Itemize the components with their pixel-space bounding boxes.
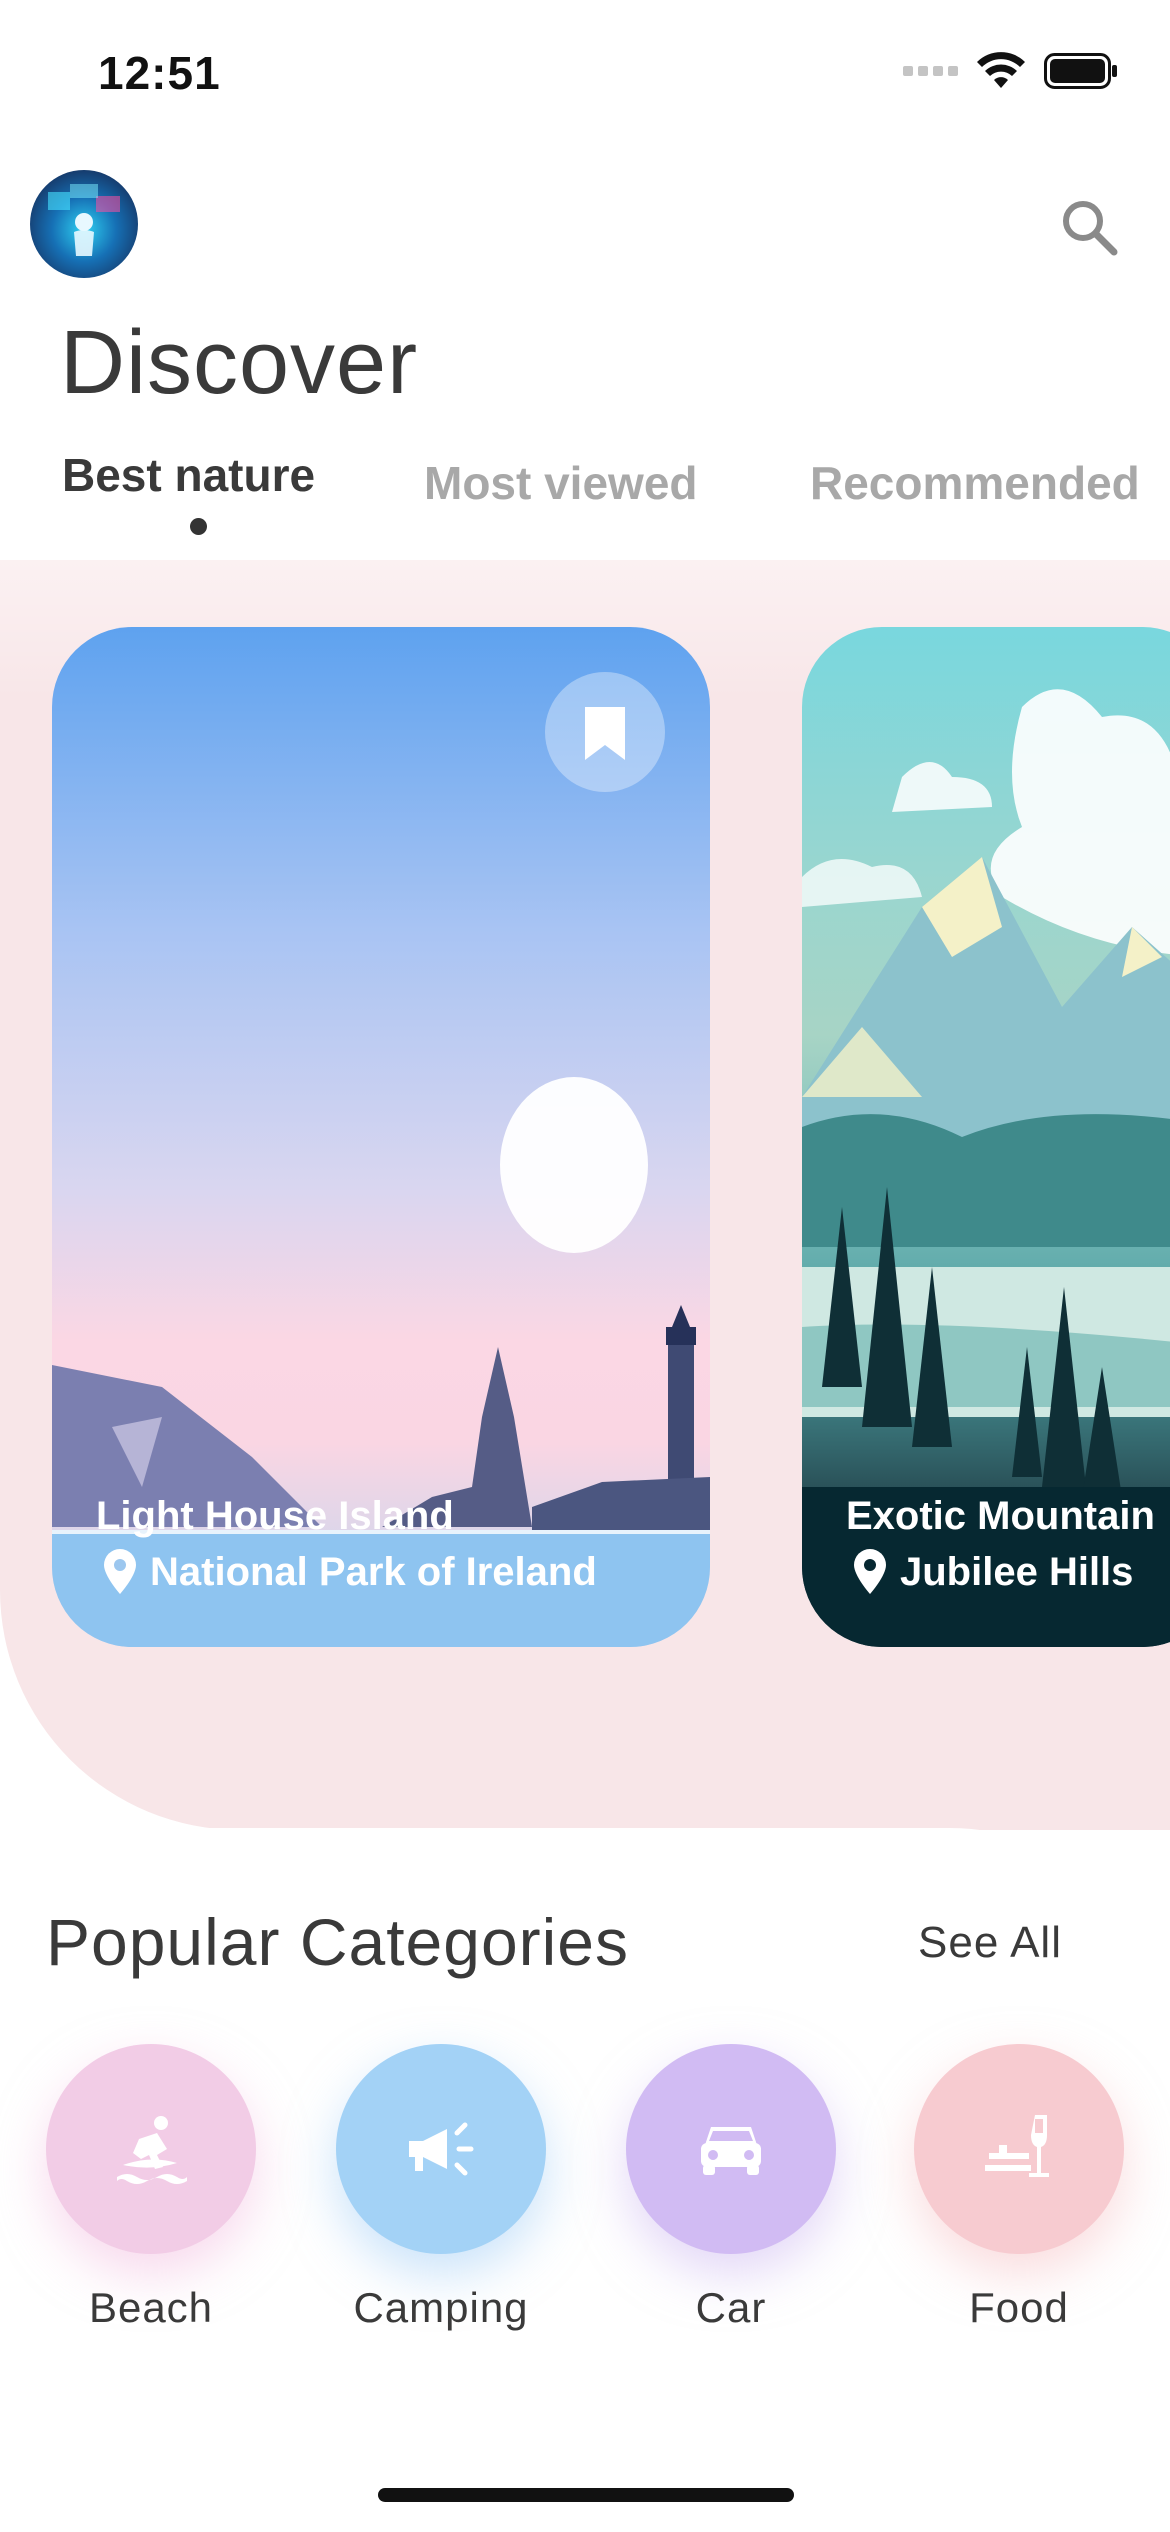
category-food[interactable]: Food (914, 2044, 1124, 2332)
category-car[interactable]: Car (626, 2044, 836, 2332)
home-indicator[interactable] (378, 2488, 794, 2502)
category-circle (336, 2044, 546, 2254)
tab-most-viewed[interactable]: Most viewed (424, 456, 698, 510)
location-pin-icon (104, 1549, 136, 1594)
surfing-icon (117, 2116, 187, 2184)
search-button[interactable] (1050, 188, 1130, 268)
card-title: Light House Island (96, 1494, 454, 1538)
avatar-figure-icon (48, 184, 120, 256)
status-icons (903, 52, 1118, 90)
tab-recommended[interactable]: Recommended (810, 456, 1140, 510)
card-location: Jubilee Hills (850, 1548, 1133, 1596)
category-tabs: Best nature Most viewed Recommended (62, 448, 1170, 548)
car-icon (701, 2127, 761, 2175)
card-location-label: National Park of Ireland (150, 1549, 597, 1594)
category-label: Beach (88, 2284, 214, 2331)
tab-best-nature[interactable]: Best nature (62, 448, 315, 502)
battery-icon (1044, 53, 1117, 89)
card-location: National Park of Ireland (100, 1548, 597, 1596)
category-circle (46, 2044, 256, 2254)
wifi-icon (977, 52, 1025, 88)
category-circle (914, 2044, 1124, 2254)
dining-icon (985, 2115, 1049, 2177)
category-circle (626, 2044, 836, 2254)
bookmark-button[interactable] (545, 672, 665, 792)
see-all-link[interactable]: See All (918, 1918, 1062, 1968)
cellular-signal-icon (903, 66, 958, 76)
card-location-label: Jubilee Hills (900, 1549, 1134, 1594)
category-label: Camping (353, 2284, 529, 2331)
page-title: Discover (60, 313, 419, 413)
category-beach[interactable]: Beach (46, 2044, 256, 2332)
active-tab-indicator (190, 518, 207, 535)
avatar[interactable] (30, 170, 138, 278)
status-time: 12:51 (98, 47, 221, 99)
search-icon (1063, 201, 1118, 256)
megaphone-icon (409, 2122, 474, 2176)
category-label: Car (695, 2284, 767, 2331)
bookmark-icon (585, 707, 625, 760)
section-title: Popular Categories (46, 1905, 629, 1979)
discover-screen: 12:51 Discover Best nature Most viewed R… (0, 0, 1170, 2532)
category-camping[interactable]: Camping (336, 2044, 546, 2332)
location-pin-icon (854, 1549, 886, 1594)
card-title: Exotic Mountain (846, 1494, 1155, 1538)
category-label: Food (969, 2284, 1069, 2331)
